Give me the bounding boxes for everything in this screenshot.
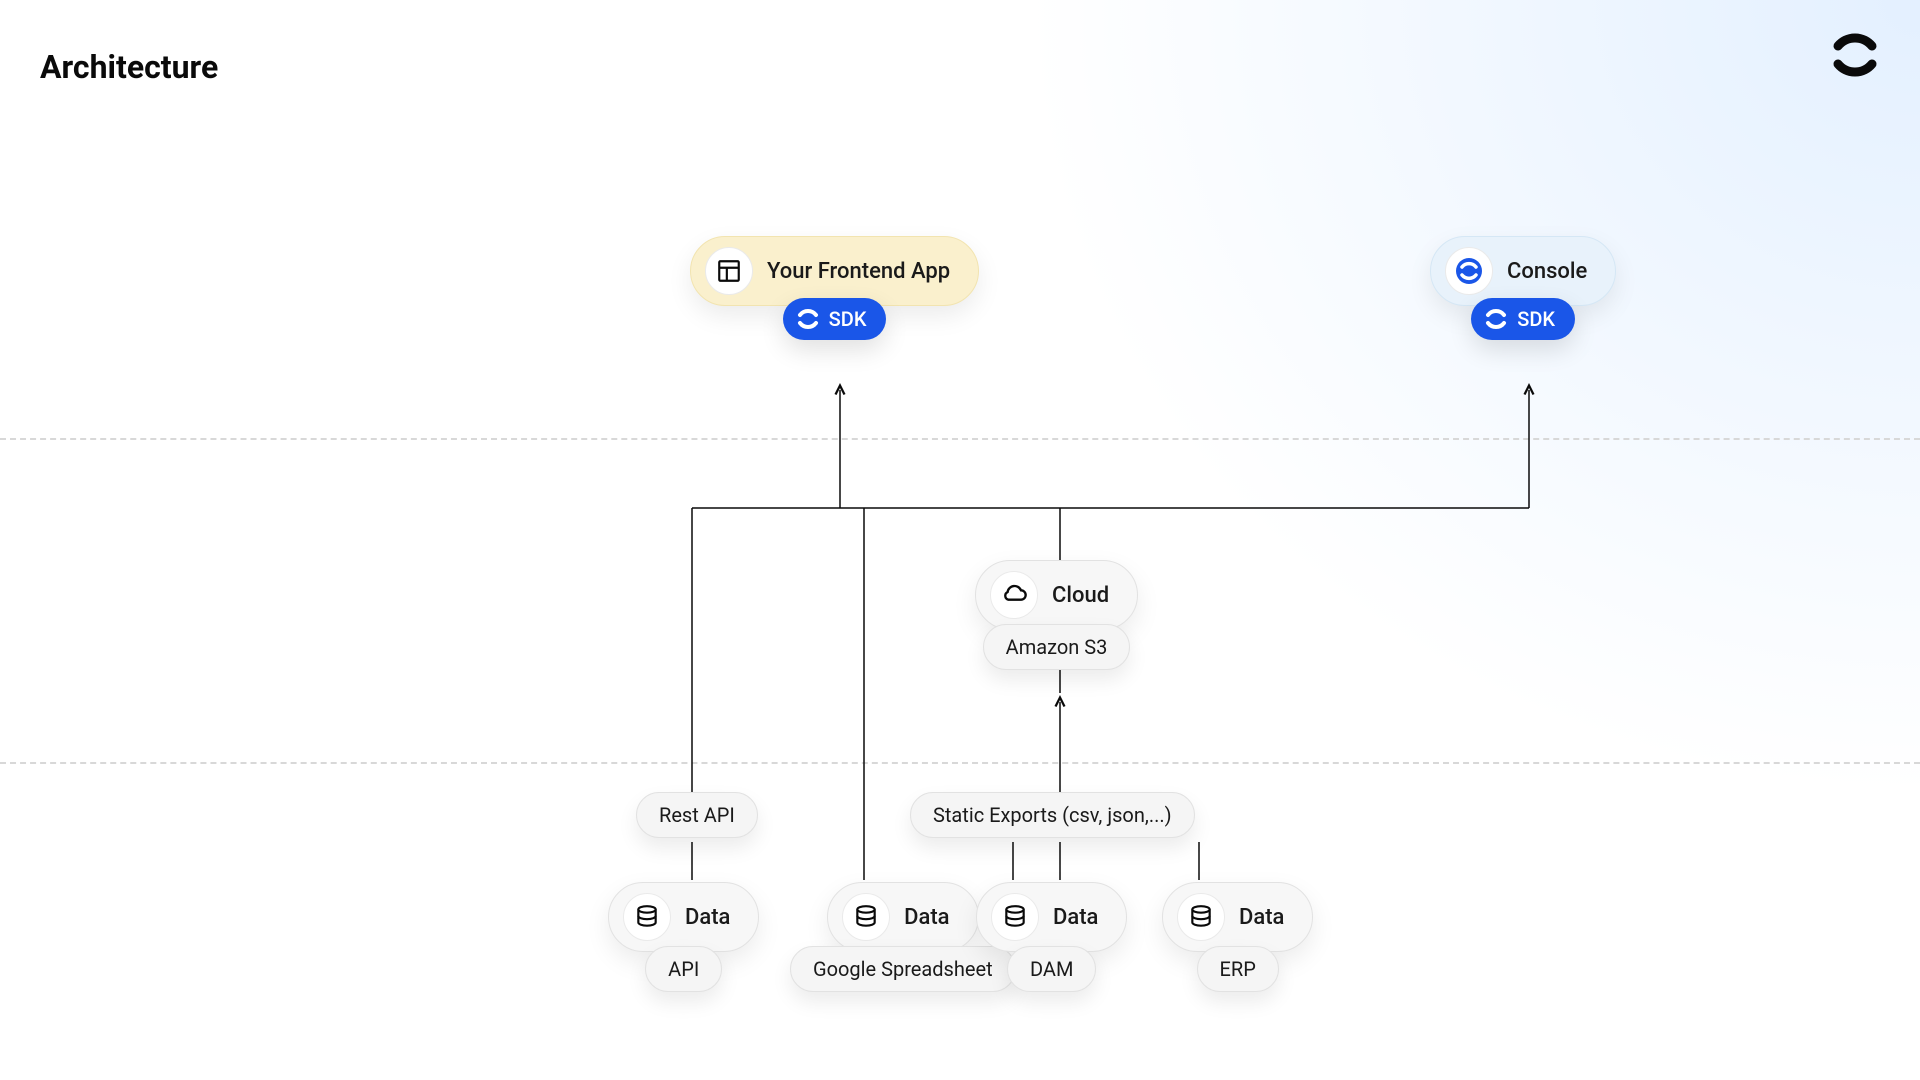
frontend-app-label: Your Frontend App <box>767 259 950 284</box>
cloud-sub-label: Amazon S3 <box>983 624 1131 670</box>
data-sub-label: DAM <box>1007 946 1096 992</box>
data-sub-label: API <box>645 946 722 992</box>
console-label: Console <box>1507 259 1587 284</box>
frontend-app-node: Your Frontend App SDK <box>690 236 979 340</box>
cloud-node: Cloud Amazon S3 <box>975 560 1138 670</box>
frontend-sdk-label: SDK <box>829 307 867 331</box>
data-label: Data <box>904 905 949 930</box>
console-logo-icon <box>1445 247 1493 295</box>
rest-api-label: Rest API <box>636 792 758 838</box>
database-icon <box>623 893 671 941</box>
data-source-dam: Data DAM <box>976 882 1127 992</box>
static-exports-label: Static Exports (csv, json,...) <box>910 792 1195 838</box>
frontend-sdk-badge: SDK <box>783 298 887 340</box>
sdk-logo-icon <box>795 306 821 332</box>
brand-logo-icon <box>1828 28 1882 82</box>
database-icon <box>1177 893 1225 941</box>
data-pill: Data <box>1162 882 1313 952</box>
data-label: Data <box>1053 905 1098 930</box>
rest-api-connector: Rest API <box>636 792 758 838</box>
page-title: Architecture <box>40 48 218 86</box>
section-divider-1 <box>0 438 1920 440</box>
data-sub-label: ERP <box>1197 946 1279 992</box>
database-icon <box>842 893 890 941</box>
data-pill: Data <box>608 882 759 952</box>
cloud-pill: Cloud <box>975 560 1138 630</box>
data-label: Data <box>685 905 730 930</box>
data-source-api: Data API <box>608 882 759 992</box>
console-pill: Console <box>1430 236 1616 306</box>
console-sdk-badge: SDK <box>1471 298 1575 340</box>
data-pill: Data <box>827 882 978 952</box>
database-icon <box>991 893 1039 941</box>
cloud-icon <box>990 571 1038 619</box>
cloud-label: Cloud <box>1052 583 1109 608</box>
console-node: Console SDK <box>1430 236 1616 340</box>
console-sdk-label: SDK <box>1517 307 1555 331</box>
frontend-app-pill: Your Frontend App <box>690 236 979 306</box>
static-exports-connector: Static Exports (csv, json,...) <box>910 792 1195 838</box>
section-divider-2 <box>0 762 1920 764</box>
background-gradient <box>1020 0 1920 800</box>
sdk-logo-icon <box>1483 306 1509 332</box>
data-pill: Data <box>976 882 1127 952</box>
layout-icon <box>705 247 753 295</box>
data-source-erp: Data ERP <box>1162 882 1313 992</box>
data-label: Data <box>1239 905 1284 930</box>
